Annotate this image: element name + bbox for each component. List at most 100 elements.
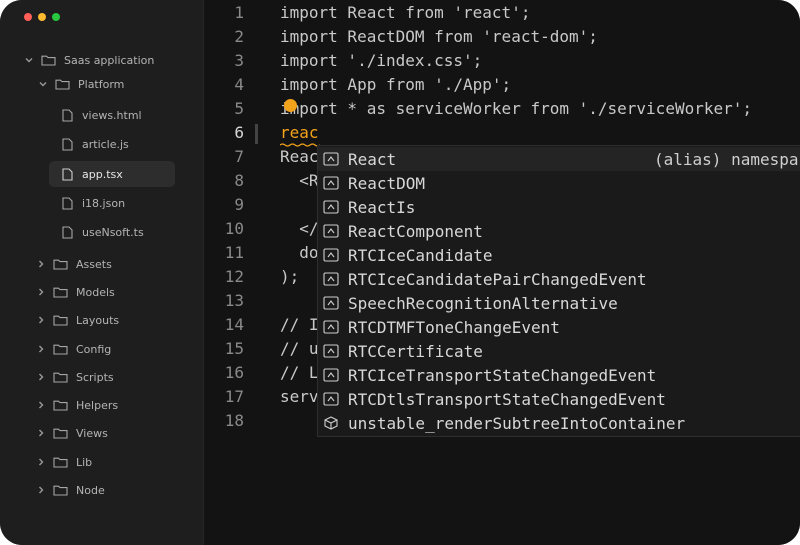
namespace-icon	[323, 296, 339, 310]
suggestion-item[interactable]: RTCDtlsTransportStateChangedEvent	[318, 387, 800, 411]
code-line: import ReactDOM from 'react-dom';	[280, 27, 598, 46]
suggestion-label: ReactDOM	[348, 173, 426, 193]
namespace-icon	[323, 272, 339, 286]
folder-item[interactable]: Helpers	[36, 394, 118, 416]
current-line-marker	[255, 124, 258, 144]
folder-item[interactable]: Layouts	[36, 309, 119, 331]
suggestion-item[interactable]: RTCCertificate	[318, 339, 800, 363]
file-item-active[interactable]: app.tsx	[62, 163, 123, 185]
suggestion-label: RTCCertificate	[348, 341, 483, 361]
folder-item[interactable]: Views	[36, 422, 108, 444]
folder-icon	[53, 315, 68, 326]
code-line: // L	[280, 363, 319, 382]
chevron-right-icon	[39, 288, 44, 296]
code-line: import App from './App';	[280, 75, 512, 94]
file-item-label: app.tsx	[82, 167, 123, 181]
chevron-right-icon	[39, 316, 44, 324]
file-item[interactable]: article.js	[62, 133, 129, 155]
folder-icon	[53, 485, 68, 496]
window-controls	[24, 13, 60, 21]
folder-item-label: Assets	[76, 257, 112, 271]
suggestion-item[interactable]: ReactIs	[318, 195, 800, 219]
suggestion-label: unstable_renderSubtreeIntoContainer	[348, 413, 686, 433]
line-number: 15	[224, 339, 244, 358]
suggestion-label: RTCIceTransportStateChangedEvent	[348, 365, 657, 385]
file-item-label: i18.json	[82, 196, 126, 210]
chevron-right-icon	[39, 429, 44, 437]
tree-item-label: Saas application	[64, 53, 155, 67]
line-number: 2	[234, 27, 244, 46]
folder-icon	[53, 457, 68, 468]
folder-item[interactable]: Node	[36, 479, 105, 501]
folder-icon	[41, 55, 56, 66]
code-line: );	[280, 267, 300, 286]
file-item[interactable]: views.html	[62, 104, 142, 126]
file-icon	[62, 167, 73, 181]
namespace-icon	[323, 344, 339, 358]
code-editor[interactable]: 1 2 3 4 5 6 7 8 9 10 11 12 13 14 15 16 1…	[204, 0, 800, 545]
folder-icon	[53, 400, 68, 411]
chevron-right-icon	[39, 345, 44, 353]
suggestion-item[interactable]: RTCIceCandidatePairChangedEvent	[318, 267, 800, 291]
code-line: import React from 'react';	[280, 3, 531, 22]
code-line: import * as serviceWorker from './servic…	[280, 99, 753, 118]
suggestion-item[interactable]: SpeechRecognitionAlternative	[318, 291, 800, 315]
file-item-label: article.js	[82, 137, 129, 151]
folder-icon	[53, 287, 68, 298]
folder-item-label: Layouts	[76, 313, 120, 327]
suggestion-label: RTCIceCandidate	[348, 245, 493, 265]
folder-item-label: Node	[76, 483, 105, 497]
line-number: 16	[224, 363, 244, 382]
folder-icon	[55, 79, 70, 90]
file-icon	[62, 225, 73, 239]
file-item-label: views.html	[82, 108, 142, 122]
file-item[interactable]: i18.json	[62, 192, 125, 214]
suggestion-item-selected[interactable]: React (alias) namespace	[318, 147, 800, 171]
tree-item-label: Platform	[78, 77, 125, 91]
folder-item-label: Views	[76, 426, 108, 440]
suggestion-label: ReactComponent	[348, 221, 483, 241]
suggestion-item[interactable]: unstable_renderSubtreeIntoContainer	[318, 411, 800, 435]
suggestion-item[interactable]: RTCIceTransportStateChangedEvent	[318, 363, 800, 387]
suggestion-item[interactable]: ReactDOM	[318, 171, 800, 195]
folder-item-label: Lib	[76, 455, 93, 469]
suggestion-detail: (alias) namespace	[654, 149, 800, 169]
line-number: 12	[224, 267, 244, 286]
file-icon	[62, 137, 73, 151]
folder-item-label: Config	[76, 342, 112, 356]
lightbulb-icon[interactable]	[284, 99, 297, 112]
suggestion-item[interactable]: RTCDTMFToneChangeEvent	[318, 315, 800, 339]
folder-item[interactable]: Models	[36, 281, 115, 303]
line-number: 5	[234, 99, 244, 118]
code-line: serv	[280, 387, 319, 406]
line-number: 18	[224, 411, 244, 430]
folder-icon	[53, 344, 68, 355]
namespace-icon	[323, 200, 339, 214]
minimize-button[interactable]	[38, 13, 46, 21]
line-number: 7	[234, 147, 244, 166]
tree-item-platform[interactable]: Platform	[38, 73, 124, 95]
maximize-button[interactable]	[52, 13, 60, 21]
folder-icon	[53, 259, 68, 270]
close-button[interactable]	[24, 13, 32, 21]
folder-item[interactable]: Lib	[36, 451, 92, 473]
folder-icon	[53, 372, 68, 383]
chevron-down-icon	[39, 82, 47, 87]
file-item[interactable]: useNsoft.ts	[62, 221, 144, 243]
error-squiggle	[280, 143, 320, 147]
tree-item-root[interactable]: Saas application	[24, 49, 154, 71]
namespace-icon	[323, 368, 339, 382]
suggestion-item[interactable]: RTCIceCandidate	[318, 243, 800, 267]
folder-item[interactable]: Config	[36, 338, 111, 360]
suggestion-label: RTCDtlsTransportStateChangedEvent	[348, 389, 666, 409]
suggestion-item[interactable]: ReactComponent	[318, 219, 800, 243]
file-icon	[62, 108, 73, 122]
namespace-icon	[323, 224, 339, 238]
suggestion-label: SpeechRecognitionAlternative	[348, 293, 618, 313]
folder-item[interactable]: Assets	[36, 253, 112, 275]
cube-icon	[324, 416, 338, 430]
folder-item[interactable]: Scripts	[36, 366, 114, 388]
code-line: Reac	[280, 147, 319, 166]
folder-icon	[53, 428, 68, 439]
code-line: // u	[280, 339, 319, 358]
